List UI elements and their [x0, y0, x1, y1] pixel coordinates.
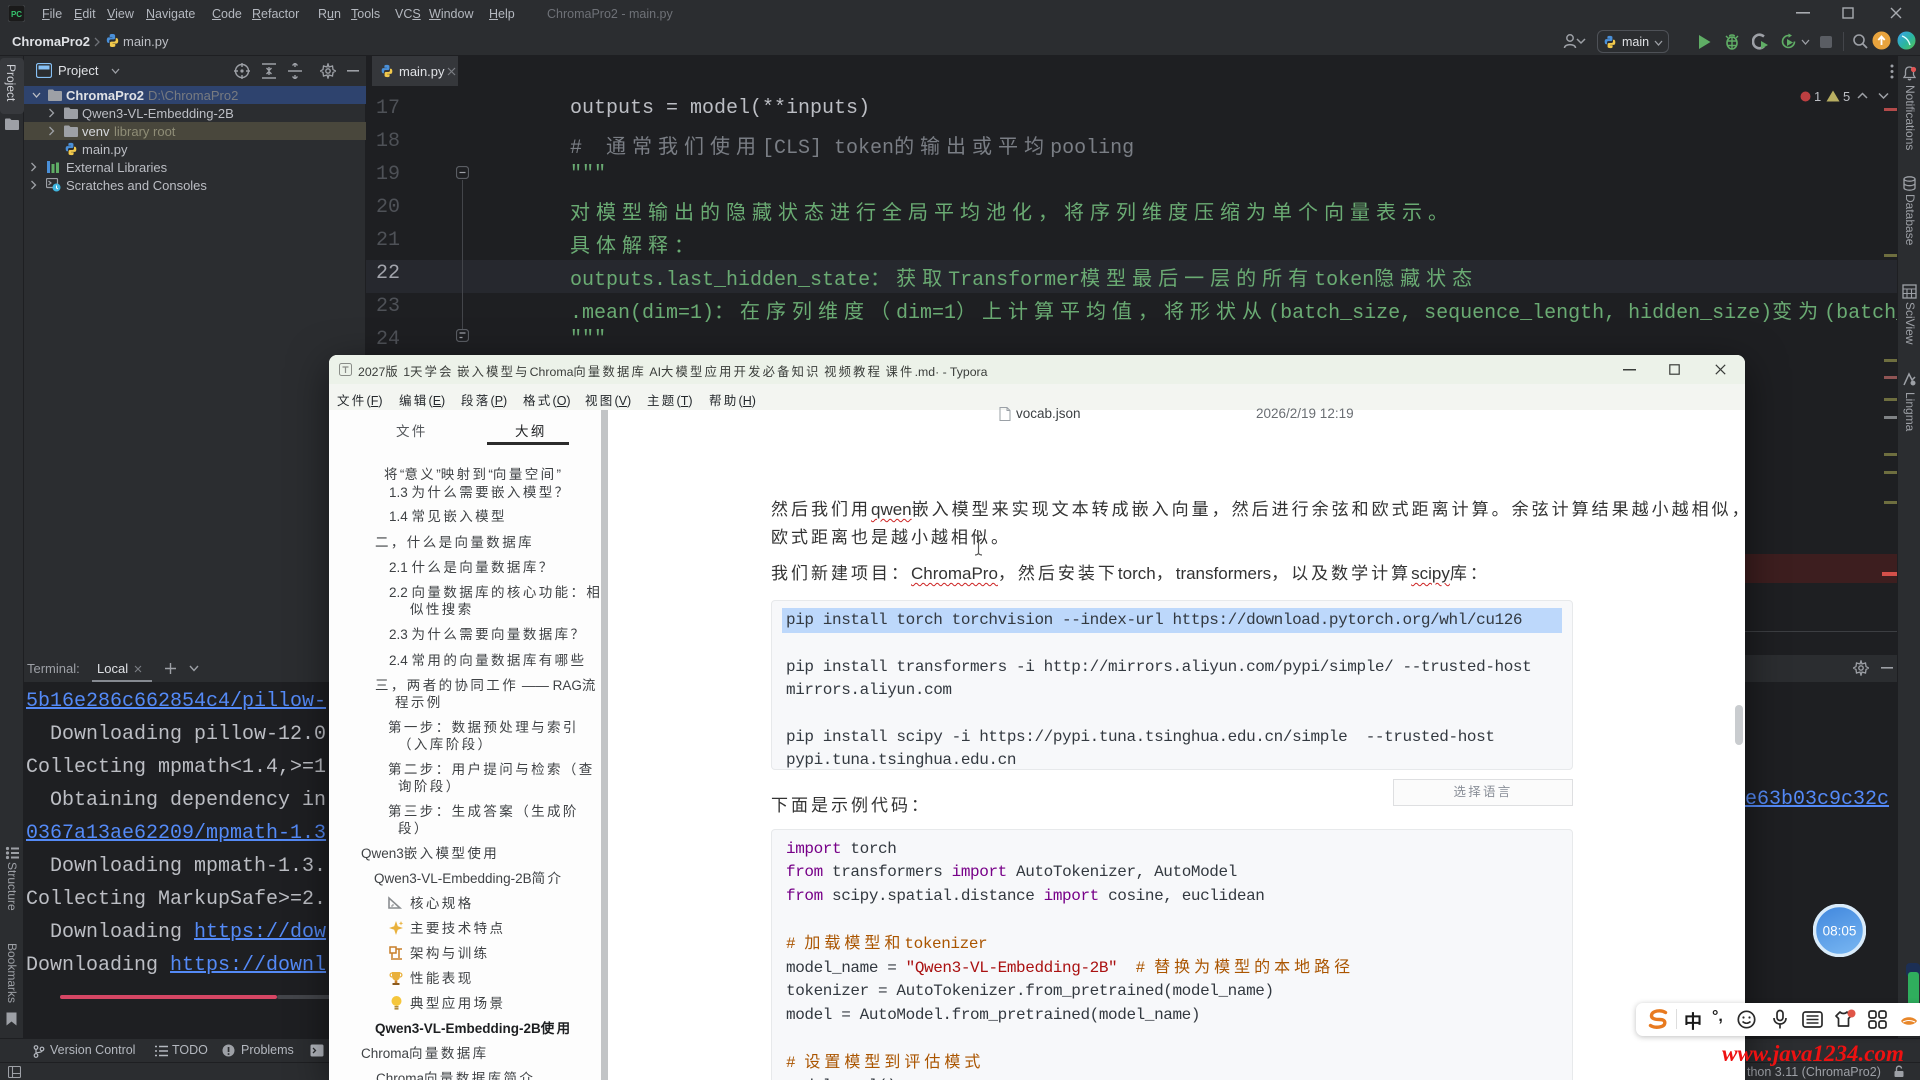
svg-text:PC: PC: [11, 10, 22, 19]
